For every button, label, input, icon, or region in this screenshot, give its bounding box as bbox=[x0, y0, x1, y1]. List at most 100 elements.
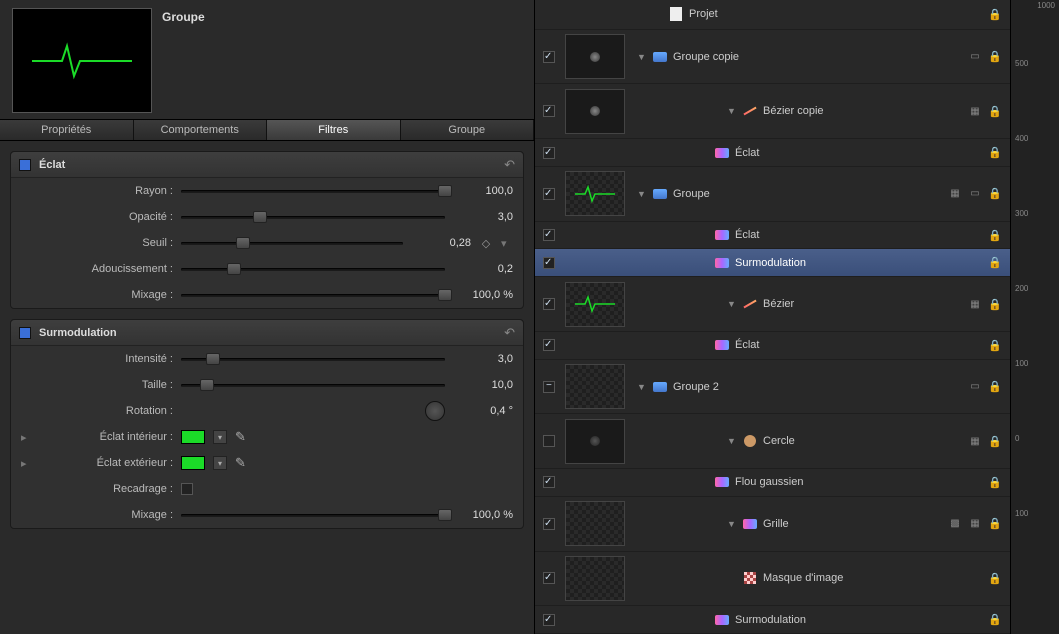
visibility-checkbox[interactable] bbox=[543, 229, 555, 241]
row-flou-gaussien[interactable]: Flou gaussien 🔒 bbox=[535, 469, 1010, 497]
disclosure-icon[interactable]: ▼ bbox=[637, 382, 647, 392]
disclosure-icon[interactable]: ▼ bbox=[727, 519, 737, 529]
lock-icon[interactable]: 🔒 bbox=[988, 572, 1002, 584]
reset-icon[interactable]: ↶ bbox=[504, 325, 515, 341]
row-cercle[interactable]: ▼ Cercle ▦ 🔒 bbox=[535, 414, 1010, 469]
filmstrip-icon[interactable]: ▦ bbox=[968, 518, 982, 530]
layer-thumbnail[interactable] bbox=[565, 34, 625, 79]
row-grille[interactable]: ▼ Grille ▩ ▦ 🔒 bbox=[535, 497, 1010, 552]
layer-thumbnail[interactable] bbox=[565, 282, 625, 327]
eyedropper-icon[interactable]: ✎ bbox=[235, 455, 246, 471]
stack-icon[interactable]: ▭ bbox=[968, 381, 982, 393]
lock-icon[interactable]: 🔒 bbox=[988, 188, 1002, 200]
visibility-checkbox[interactable] bbox=[543, 435, 555, 447]
lock-icon[interactable]: 🔒 bbox=[988, 339, 1002, 351]
row-surmodulation-2[interactable]: Surmodulation 🔒 bbox=[535, 606, 1010, 634]
lock-icon[interactable]: 🔒 bbox=[988, 51, 1002, 63]
disclosure-icon[interactable]: ▼ bbox=[637, 52, 647, 62]
value-opacite[interactable]: 3,0 bbox=[453, 211, 513, 223]
chevron-down-icon[interactable]: ▾ bbox=[213, 456, 227, 470]
slider-mixage[interactable] bbox=[181, 288, 445, 302]
disclosure-icon[interactable]: ▸ bbox=[21, 457, 33, 470]
row-groupe-2[interactable]: ▼ Groupe 2 ▭ 🔒 bbox=[535, 360, 1010, 415]
slider-rayon[interactable] bbox=[181, 184, 445, 198]
row-groupe[interactable]: ▼ Groupe ▦ ▭ 🔒 bbox=[535, 167, 1010, 222]
tab-group[interactable]: Groupe bbox=[401, 120, 535, 140]
value-mixage[interactable]: 100,0 % bbox=[453, 289, 513, 301]
reset-icon[interactable]: ↶ bbox=[504, 157, 515, 173]
disclosure-icon[interactable]: ▸ bbox=[21, 431, 33, 444]
value-mixage[interactable]: 100,0 % bbox=[453, 509, 513, 521]
layer-thumbnail[interactable] bbox=[565, 171, 625, 216]
visibility-checkbox[interactable] bbox=[543, 188, 555, 200]
value-taille[interactable]: 10,0 bbox=[453, 379, 513, 391]
layer-thumbnail[interactable] bbox=[565, 364, 625, 409]
row-projet[interactable]: Projet 🔒 bbox=[535, 0, 1010, 30]
row-eclat-1[interactable]: Éclat 🔒 bbox=[535, 139, 1010, 167]
slider-intensite[interactable] bbox=[181, 352, 445, 366]
mask-icon[interactable]: ▩ bbox=[948, 518, 962, 530]
enable-checkbox[interactable] bbox=[19, 159, 31, 171]
disclosure-icon[interactable]: ▼ bbox=[727, 436, 737, 446]
lock-icon[interactable]: 🔒 bbox=[988, 381, 1002, 393]
preview-thumbnail[interactable] bbox=[12, 8, 152, 113]
tab-properties[interactable]: Propriétés bbox=[0, 120, 134, 140]
lock-icon[interactable]: 🔒 bbox=[988, 105, 1002, 117]
value-rayon[interactable]: 100,0 bbox=[453, 185, 513, 197]
lock-icon[interactable]: 🔒 bbox=[988, 8, 1002, 20]
stack-icon[interactable]: ▭ bbox=[968, 188, 982, 200]
section-head-surmodulation[interactable]: Surmodulation ↶ bbox=[11, 320, 523, 346]
section-head-eclat[interactable]: Éclat ↶ bbox=[11, 152, 523, 178]
tab-filters[interactable]: Filtres bbox=[267, 120, 401, 140]
filmstrip-icon[interactable]: ▦ bbox=[948, 188, 962, 200]
value-rotation[interactable]: 0,4 ° bbox=[453, 405, 513, 417]
slider-seuil[interactable] bbox=[181, 236, 403, 250]
row-eclat-2[interactable]: Éclat 🔒 bbox=[535, 222, 1010, 250]
row-bezier-copie[interactable]: ▼ Bézier copie ▦ 🔒 bbox=[535, 84, 1010, 139]
eyedropper-icon[interactable]: ✎ bbox=[235, 429, 246, 445]
value-seuil[interactable]: 0,28 bbox=[411, 237, 471, 249]
layer-thumbnail[interactable] bbox=[565, 501, 625, 546]
slider-mixage[interactable] bbox=[181, 508, 445, 522]
value-adoucissement[interactable]: 0,2 bbox=[453, 263, 513, 275]
row-surmodulation[interactable]: Surmodulation 🔒 bbox=[535, 249, 1010, 277]
visibility-checkbox[interactable] bbox=[543, 105, 555, 117]
color-swatch[interactable] bbox=[181, 456, 205, 470]
layer-thumbnail[interactable] bbox=[565, 556, 625, 601]
tab-behaviors[interactable]: Comportements bbox=[134, 120, 268, 140]
color-swatch[interactable] bbox=[181, 430, 205, 444]
stack-icon[interactable]: ▭ bbox=[968, 51, 982, 63]
layer-thumbnail[interactable] bbox=[565, 419, 625, 464]
rotation-dial[interactable] bbox=[425, 401, 445, 421]
lock-icon[interactable]: 🔒 bbox=[988, 614, 1002, 626]
keyframe-icon[interactable]: ◇ bbox=[479, 236, 493, 250]
filmstrip-icon[interactable]: ▦ bbox=[968, 298, 982, 310]
row-bezier[interactable]: ▼ Bézier ▦ 🔒 bbox=[535, 277, 1010, 332]
chevron-down-icon[interactable]: ▾ bbox=[213, 430, 227, 444]
row-groupe-copie[interactable]: ▼ Groupe copie ▭ 🔒 bbox=[535, 30, 1010, 85]
visibility-checkbox[interactable] bbox=[543, 381, 555, 393]
layer-thumbnail[interactable] bbox=[565, 89, 625, 134]
slider-taille[interactable] bbox=[181, 378, 445, 392]
enable-checkbox[interactable] bbox=[19, 327, 31, 339]
row-masque-image[interactable]: Masque d'image 🔒 bbox=[535, 552, 1010, 607]
visibility-checkbox[interactable] bbox=[543, 147, 555, 159]
lock-icon[interactable]: 🔒 bbox=[988, 229, 1002, 241]
lock-icon[interactable]: 🔒 bbox=[988, 257, 1002, 269]
visibility-checkbox[interactable] bbox=[543, 298, 555, 310]
visibility-checkbox[interactable] bbox=[543, 257, 555, 269]
visibility-checkbox[interactable] bbox=[543, 614, 555, 626]
row-eclat-3[interactable]: Éclat 🔒 bbox=[535, 332, 1010, 360]
lock-icon[interactable]: 🔒 bbox=[988, 476, 1002, 488]
slider-adoucissement[interactable] bbox=[181, 262, 445, 276]
visibility-checkbox[interactable] bbox=[543, 339, 555, 351]
visibility-checkbox[interactable] bbox=[543, 51, 555, 63]
chevron-down-icon[interactable]: ▾ bbox=[501, 237, 513, 250]
lock-icon[interactable]: 🔒 bbox=[988, 298, 1002, 310]
visibility-checkbox[interactable] bbox=[543, 476, 555, 488]
value-intensite[interactable]: 3,0 bbox=[453, 353, 513, 365]
disclosure-icon[interactable]: ▼ bbox=[727, 299, 737, 309]
visibility-checkbox[interactable] bbox=[543, 518, 555, 530]
slider-opacite[interactable] bbox=[181, 210, 445, 224]
lock-icon[interactable]: 🔒 bbox=[988, 147, 1002, 159]
